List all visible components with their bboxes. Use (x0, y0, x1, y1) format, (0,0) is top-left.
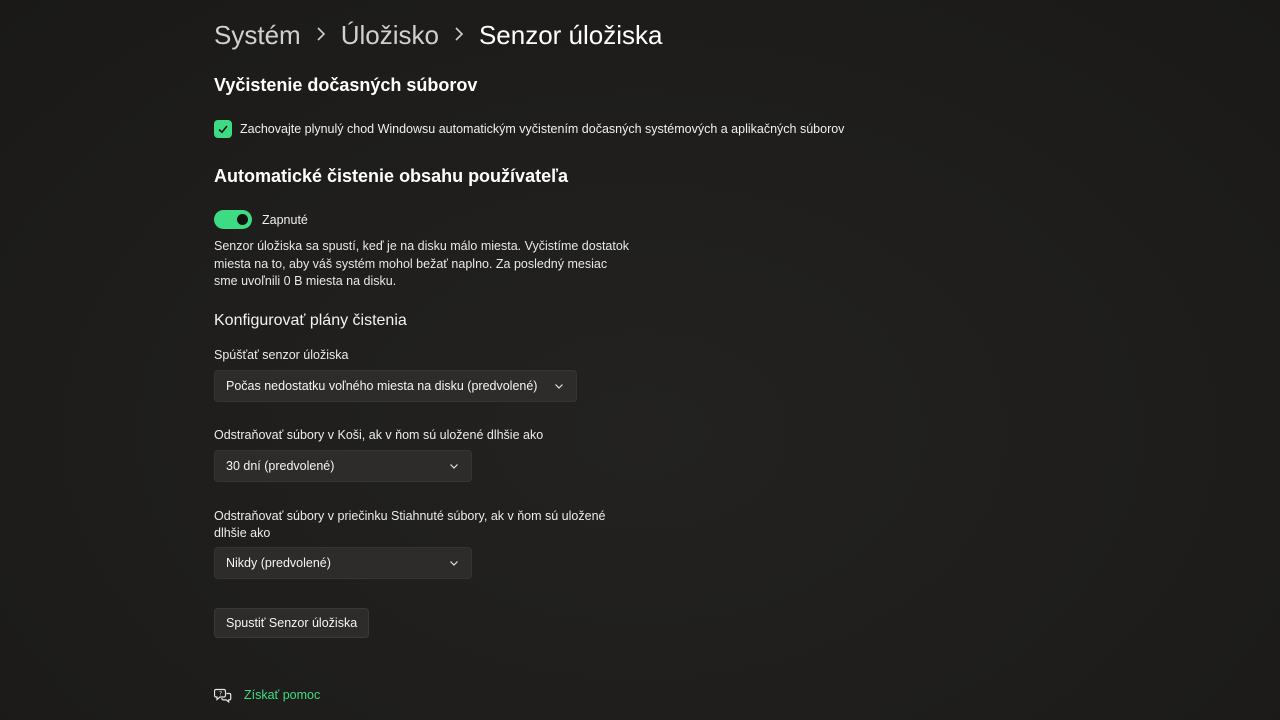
checkmark-icon (218, 125, 228, 134)
recycle-bin-label: Odstraňovať súbory v Koši, ak v ňom sú u… (214, 428, 544, 442)
run-sensor-dropdown[interactable]: Počas nedostatku voľného miesta na disku… (214, 370, 577, 402)
breadcrumb: Systém Úložisko Senzor úložiska (214, 18, 662, 52)
chevron-right-icon (301, 18, 341, 52)
settings-page: Systém Úložisko Senzor úložiska Vyčisten… (0, 0, 1280, 720)
chevron-down-icon (555, 384, 563, 389)
downloads-dropdown[interactable]: Nikdy (predvolené) (214, 547, 472, 579)
temp-cleanup-checkbox-row[interactable]: Zachovajte plynulý chod Windowsu automat… (214, 120, 844, 138)
toggle-knob (237, 214, 248, 225)
breadcrumb-item-storage[interactable]: Úložisko (341, 18, 439, 52)
chevron-right-icon (439, 18, 479, 52)
help-chat-icon: ? (214, 688, 232, 704)
chevron-down-icon (450, 464, 458, 469)
recycle-bin-value: 30 dní (predvolené) (226, 459, 335, 473)
downloads-value: Nikdy (predvolené) (226, 556, 331, 570)
auto-cleanup-toggle[interactable] (214, 210, 252, 229)
get-help-link[interactable]: ? Získať pomoc (214, 686, 320, 704)
auto-cleanup-toggle-row: Zapnuté (214, 210, 308, 229)
run-storage-sense-button[interactable]: Spustiť Senzor úložiska (214, 608, 370, 638)
auto-cleanup-toggle-label: Zapnuté (262, 212, 308, 227)
temp-cleanup-checkbox[interactable] (214, 120, 232, 138)
breadcrumb-item-system[interactable]: Systém (214, 18, 301, 52)
recycle-bin-dropdown[interactable]: 30 dní (predvolené) (214, 450, 472, 482)
auto-cleanup-heading: Automatické čistenie obsahu používateľa (214, 166, 569, 186)
temp-cleanup-checkbox-label: Zachovajte plynulý chod Windowsu automat… (240, 122, 845, 136)
run-sensor-value: Počas nedostatku voľného miesta na disku… (226, 379, 538, 393)
downloads-label: Odstraňovať súbory v priečinku Stiahnuté… (214, 509, 606, 540)
schedules-heading: Konfigurovať plány čistenia (214, 312, 407, 329)
get-help-label: Získať pomoc (244, 688, 321, 702)
auto-cleanup-description: Senzor úložiska sa spustí, keď je na dis… (214, 239, 630, 288)
temp-cleanup-heading: Vyčistenie dočasných súborov (214, 75, 478, 95)
page-title: Senzor úložiska (478, 20, 663, 50)
svg-text:?: ? (219, 690, 222, 697)
run-sensor-label: Spúšťať senzor úložiska (214, 348, 349, 362)
chevron-down-icon (450, 561, 458, 566)
